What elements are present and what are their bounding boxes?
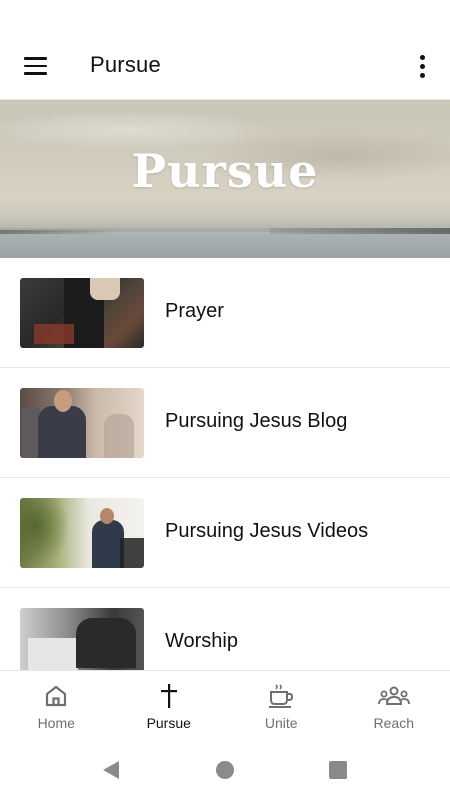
list-item-videos[interactable]: Pursuing Jesus Videos [0,478,450,588]
home-icon [0,683,113,709]
menu-line [23,72,47,75]
list-item-label: Pursuing Jesus Videos [165,520,369,542]
group-icon [338,683,450,709]
nav-item-unite[interactable]: Unite [225,671,338,741]
water [0,234,450,258]
recents-square-icon[interactable] [328,760,348,785]
hamburger-menu-icon[interactable] [14,46,56,86]
man-with-backpack-photo [20,498,144,568]
cross-icon [113,683,226,709]
list-item-label: Worship [165,630,238,652]
status-bar [0,0,450,32]
dot [419,54,425,60]
list-item-worship[interactable]: Worship [0,588,450,670]
app-bar: Pursue [0,32,450,100]
coffee-cup-icon [225,683,338,709]
nav-item-home[interactable]: Home [0,671,113,741]
hands-raised-worship-photo [20,608,144,670]
people-praying-photo [20,278,144,348]
list-item-label: Pursuing Jesus Blog [165,410,348,432]
list-item-blog[interactable]: Pursuing Jesus Blog [0,368,450,478]
dot [419,63,425,69]
nav-item-pursue[interactable]: Pursue [113,671,226,741]
nav-label: Unite [264,715,298,731]
dot [419,72,425,78]
menu-line [23,57,47,60]
home-circle-icon[interactable] [215,760,235,785]
back-triangle-icon[interactable] [101,760,121,785]
system-navigation-bar [0,740,450,800]
hero-banner: Pursue [0,100,450,258]
nav-label: Reach [373,715,414,731]
nav-item-reach[interactable]: Reach [338,671,450,741]
people-greeting-photo [20,388,144,458]
nav-label: Pursue [146,715,191,731]
more-vert-icon[interactable] [408,48,436,84]
content-list: Prayer Pursuing Jesus Blog Pursuing Jesu… [0,258,450,670]
hero-title: Pursue [131,144,319,198]
nav-label: Home [37,715,75,731]
page-title: Pursue [90,52,161,77]
list-item-label: Prayer [165,300,224,322]
menu-line [23,64,47,68]
list-item-prayer[interactable]: Prayer [0,258,450,368]
bottom-navigation: Home Pursue Unite Reach [0,670,450,740]
